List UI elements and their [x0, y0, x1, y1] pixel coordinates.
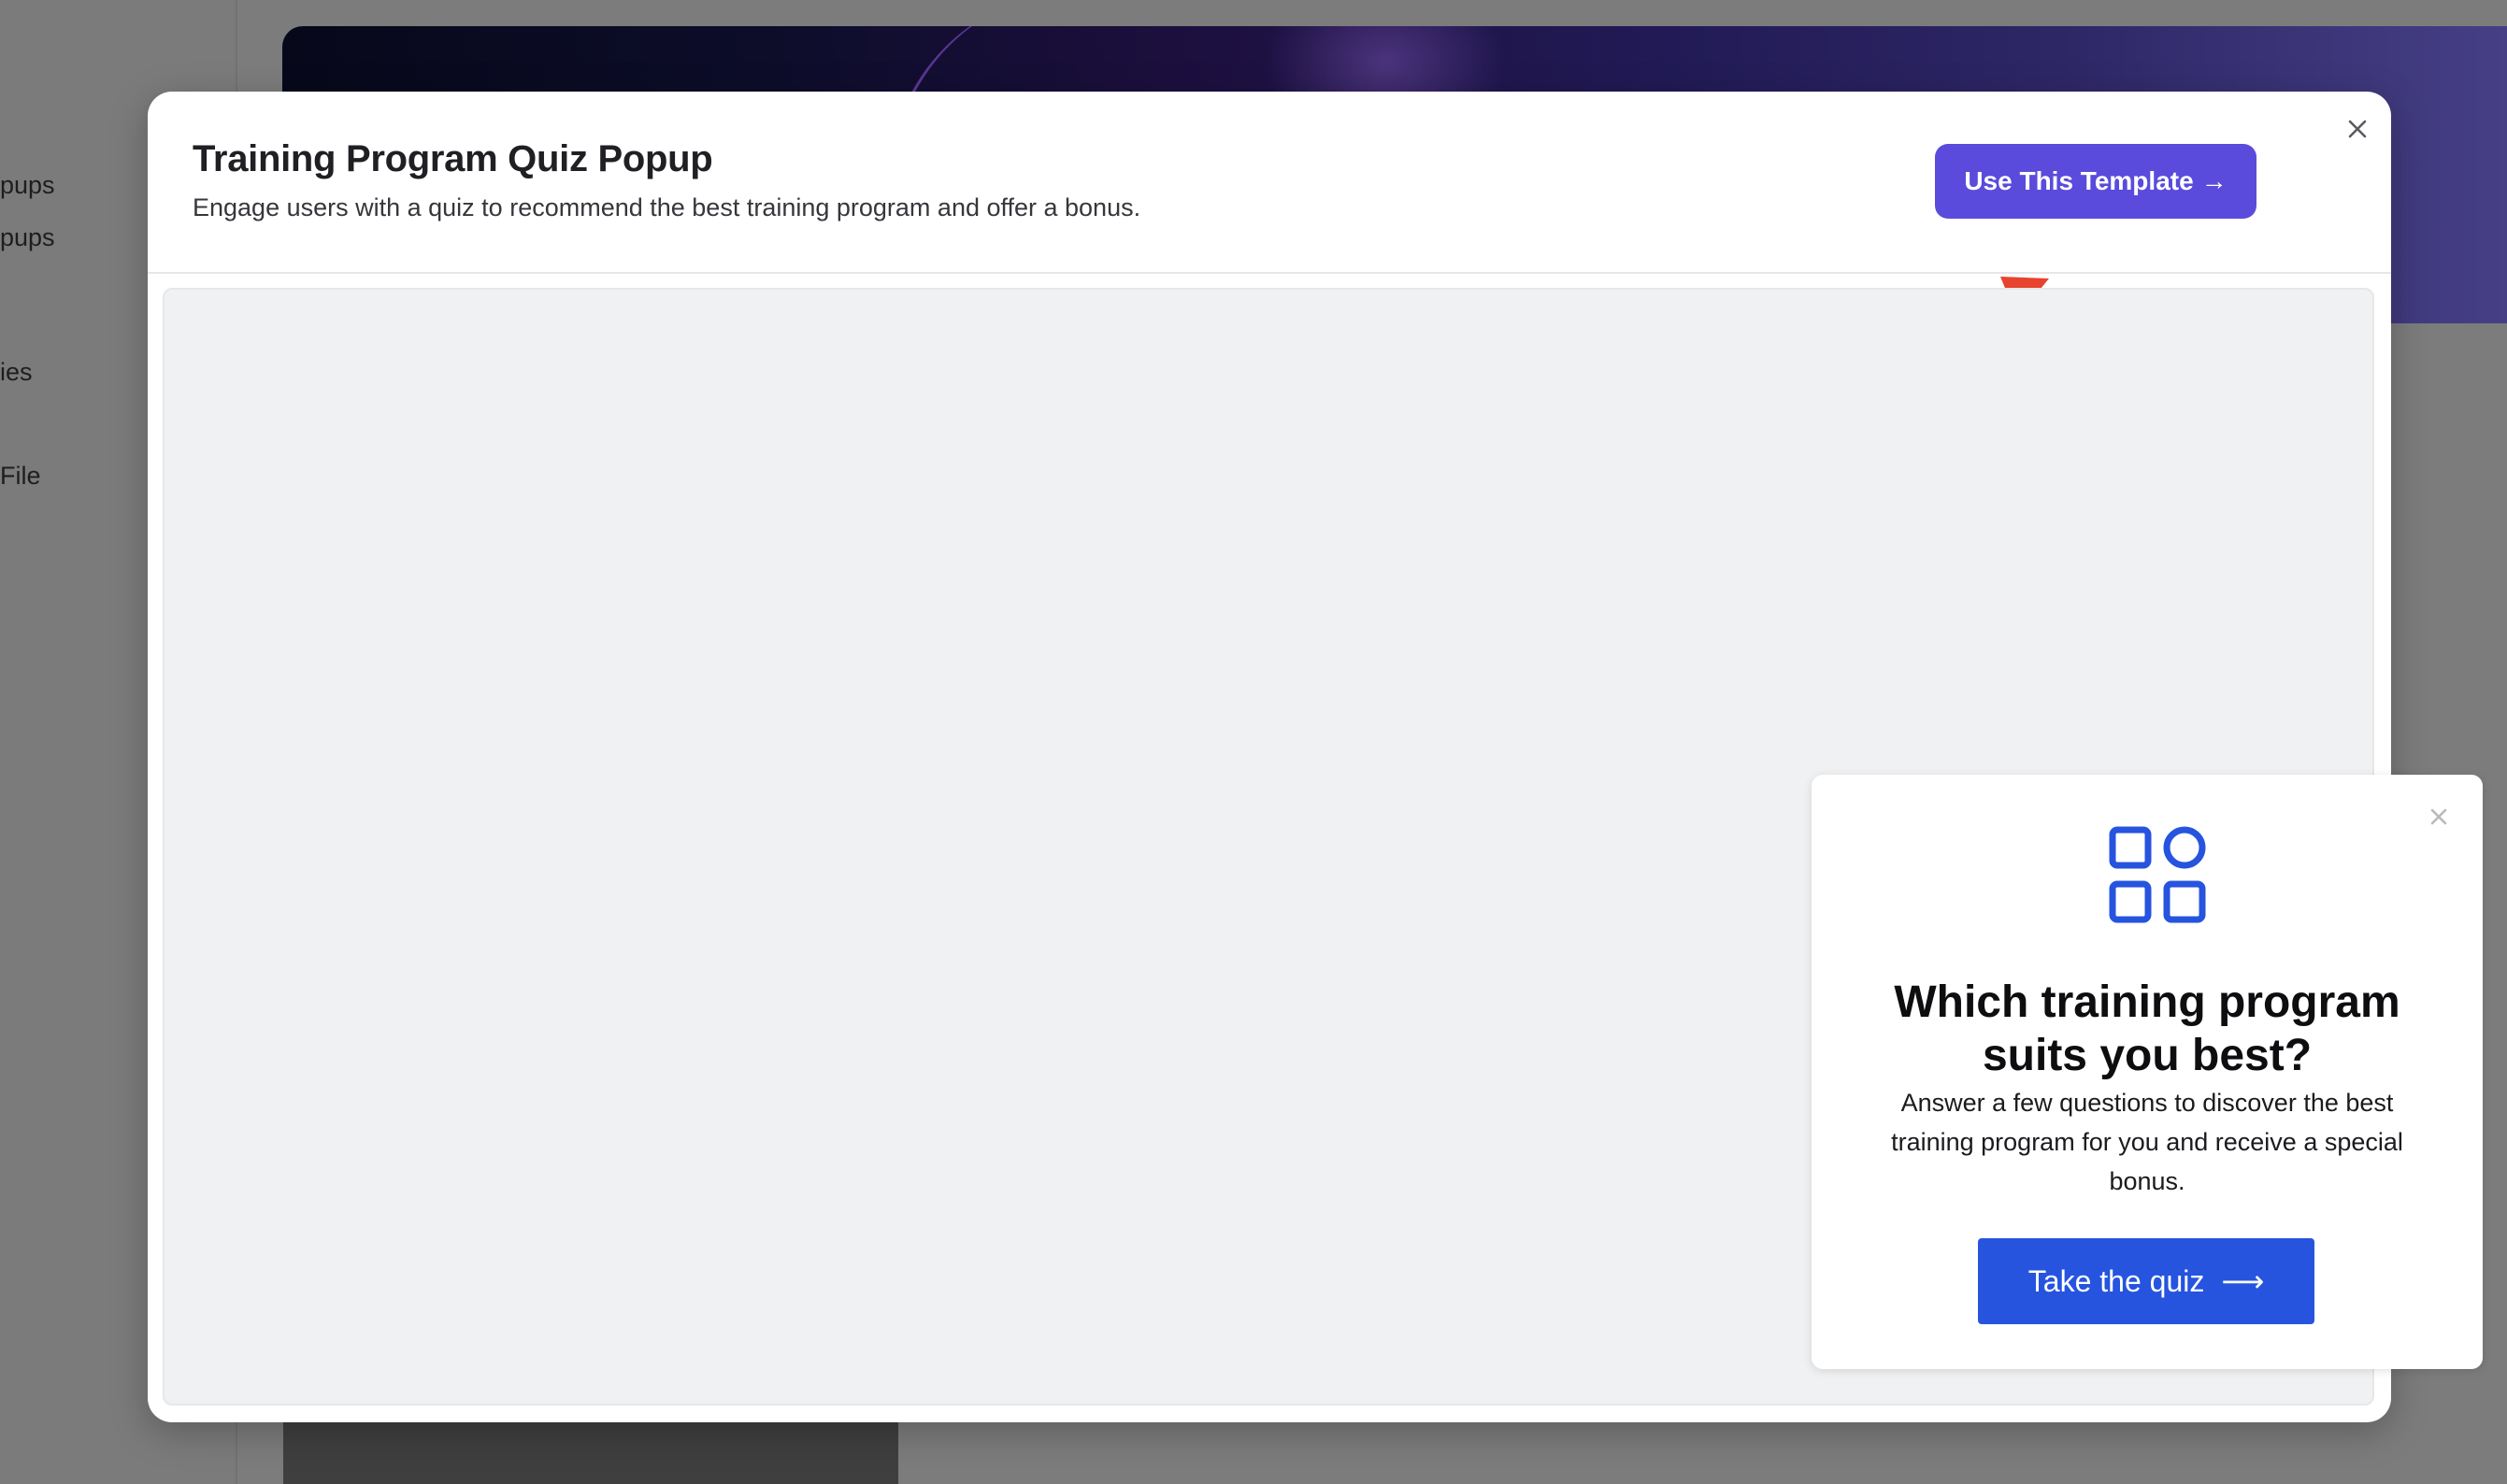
take-quiz-button[interactable]: Take the quiz ⟶ — [1978, 1238, 2314, 1324]
close-icon[interactable] — [2425, 803, 2453, 831]
sidebar-item: pups — [0, 223, 55, 251]
sidebar-item: ies — [0, 358, 33, 386]
arrow-right-icon: → — [2200, 166, 2228, 195]
template-preview-area: Which training program suits you best? A… — [163, 288, 2483, 1406]
use-template-label: Use This Template — [1964, 166, 2194, 195]
quiz-heading: Which training program suits you best? — [1894, 977, 2400, 1080]
modal-description: Engage users with a quiz to recommend th… — [193, 193, 1141, 221]
template-preview-modal: Training Program Quiz Popup Engage users… — [148, 92, 2483, 1422]
modal-header: Training Program Quiz Popup Engage users… — [148, 92, 2391, 274]
grid-shapes-icon — [2109, 826, 2206, 923]
sidebar-item: pups — [0, 171, 55, 199]
long-arrow-right-icon: ⟶ — [2221, 1264, 2265, 1298]
modal-title: Training Program Quiz Popup — [193, 138, 713, 179]
quiz-description: Answer a few questions to discover the b… — [1891, 1089, 2403, 1195]
close-icon[interactable] — [2339, 110, 2376, 148]
sidebar-item: File — [0, 462, 41, 490]
use-template-button[interactable]: Use This Template → — [1935, 144, 2256, 219]
take-quiz-label: Take the quiz — [2027, 1263, 2205, 1298]
quiz-popup: Which training program suits you best? A… — [1812, 775, 2483, 1369]
